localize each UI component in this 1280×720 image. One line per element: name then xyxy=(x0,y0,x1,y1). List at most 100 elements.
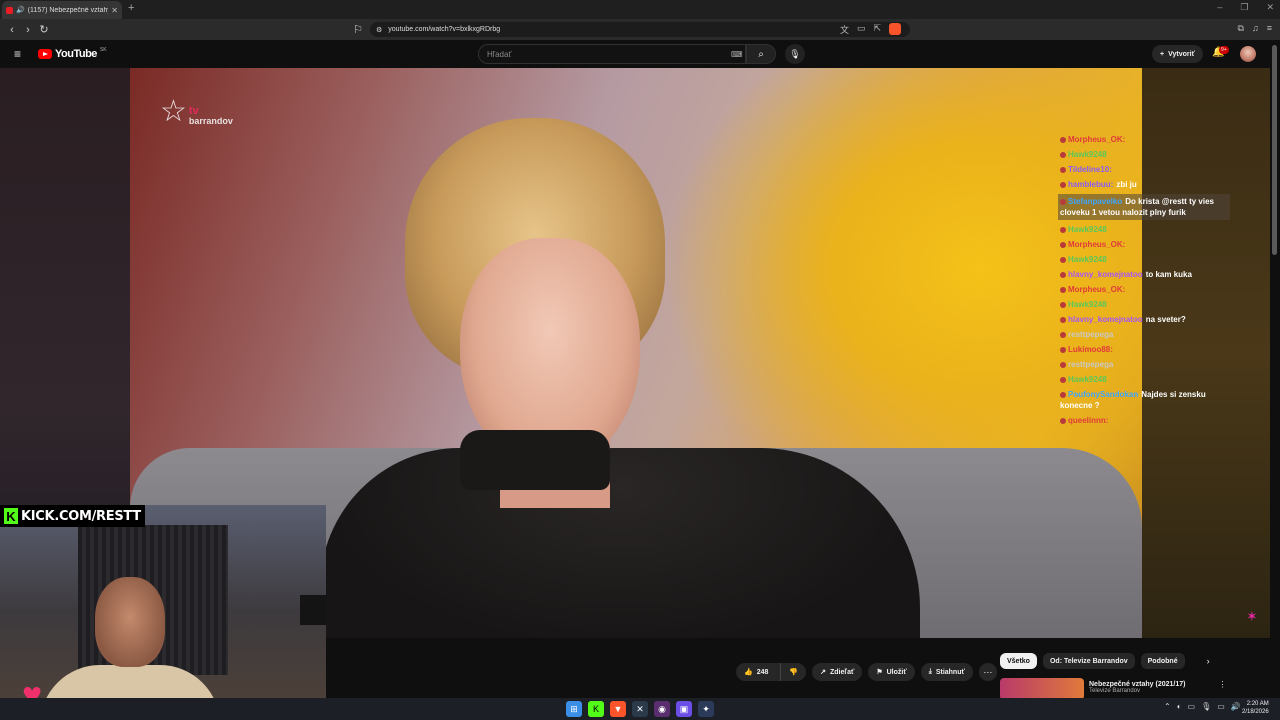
steam-icon[interactable]: ✦ xyxy=(698,701,714,717)
chat-message: Stefanpavelko Do krista @restt ty vies cl… xyxy=(1058,194,1230,220)
keyboard-icon[interactable]: ⌨ xyxy=(731,50,743,59)
logo-tv-text: tv xyxy=(188,105,199,117)
country-code: SK xyxy=(99,47,107,53)
chips-next-icon[interactable]: › xyxy=(1207,656,1210,666)
media-icon[interactable]: ♫ xyxy=(1252,23,1259,34)
chat-username: Hawk9248 xyxy=(1068,300,1107,309)
recommendation-thumbnail[interactable] xyxy=(1000,678,1084,700)
guide-menu-icon[interactable]: ≡ xyxy=(14,47,21,61)
audio-icon[interactable]: 🔊 xyxy=(16,6,25,14)
bookmark-save-icon: ⚑ xyxy=(876,669,883,676)
share-page-icon[interactable]: ⇱ xyxy=(874,23,882,36)
app-icon[interactable]: ▣ xyxy=(676,701,692,717)
user-badge-icon xyxy=(1060,346,1066,353)
save-label: Uložiť xyxy=(886,668,907,676)
chat-message: PoufonySandokan Najdes si zensku konecne … xyxy=(1058,389,1230,411)
recommendation-item[interactable]: Nebezpečné vztahy (2021/17) Televize Bar… xyxy=(1000,678,1227,700)
search-input[interactable] xyxy=(487,49,717,59)
system-clock[interactable]: 2:20 AM 2/18/2026 xyxy=(1242,700,1269,716)
search-box xyxy=(478,44,746,64)
search-button[interactable]: ⌕ xyxy=(746,44,776,64)
user-badge-icon xyxy=(1060,417,1066,424)
reload-icon[interactable]: ↻ xyxy=(36,23,52,36)
site-info-icon[interactable]: ⚙ xyxy=(376,26,382,34)
like-count: 248 xyxy=(756,668,769,676)
youtube-wordmark: YouTube xyxy=(55,48,97,60)
chat-message: Tildeline10: xyxy=(1058,164,1230,175)
menu-icon[interactable]: ≡ xyxy=(1267,23,1272,34)
recommendation-menu-icon[interactable]: ⋮ xyxy=(1219,680,1227,700)
webcam-overlay xyxy=(0,505,326,720)
bookmark-icon[interactable]: ⚐ xyxy=(350,23,366,36)
translate-icon[interactable]: 文 xyxy=(840,23,849,36)
recommendation-title[interactable]: Nebezpečné vztahy (2021/17) xyxy=(1089,681,1186,688)
download-icon: ⤓ xyxy=(928,668,932,675)
chat-text: na sveter? xyxy=(1145,315,1186,324)
share-button[interactable]: ↗ Zdieľať xyxy=(812,663,863,681)
back-icon[interactable]: ‹ xyxy=(4,24,20,36)
chat-message: queelinnn: xyxy=(1058,415,1230,426)
filter-chip[interactable]: Od: Televize Barrandov xyxy=(1042,653,1135,669)
plus-icon: + xyxy=(1160,50,1165,58)
extensions-icon[interactable]: ⧉ xyxy=(1238,23,1244,34)
chat-text: zbi ju xyxy=(1116,180,1137,189)
browser-tab[interactable]: 🔊 (1157) Nebezpečné vztahy (2 ✕ xyxy=(2,1,122,19)
minimize-icon[interactable]: – xyxy=(1217,2,1222,13)
brave-browser-icon[interactable]: ▼ xyxy=(610,701,626,717)
chat-username: Tildeline10: xyxy=(1068,165,1112,174)
tray-folder-icon[interactable]: ▭ xyxy=(1188,702,1196,711)
thumbs-up-icon: 👍 xyxy=(744,669,753,676)
chat-username: Morpheus_OK: xyxy=(1068,135,1126,144)
microphone-icon: 🎙 xyxy=(789,48,801,59)
tray-mic-icon[interactable]: 🎙 xyxy=(1201,702,1211,711)
filter-chip[interactable]: Podobné xyxy=(1140,653,1185,669)
cast-icon[interactable]: ▭ xyxy=(857,23,866,36)
close-tab-icon[interactable]: ✕ xyxy=(111,6,118,15)
url-text: youtube.com/watch?v=bxlkxgRDrbg xyxy=(388,26,501,33)
close-window-icon[interactable]: ✕ xyxy=(1266,2,1274,13)
dislike-button[interactable]: 👎 xyxy=(780,663,806,681)
thumbs-down-icon: 👎 xyxy=(789,669,799,676)
chat-message: resttpepega xyxy=(1058,359,1230,370)
brave-shield-icon[interactable] xyxy=(889,23,902,35)
more-actions-icon[interactable]: ⋯ xyxy=(978,663,997,681)
url-field[interactable]: ⚙ youtube.com/watch?v=bxlkxgRDrbg xyxy=(370,22,910,37)
tray-monitor-icon[interactable]: ▭ xyxy=(1217,702,1225,711)
save-button[interactable]: ⚑ Uložiť xyxy=(868,663,915,681)
tray-expand-icon[interactable]: ⌃ xyxy=(1164,702,1171,711)
user-badge-icon xyxy=(1060,198,1066,205)
chat-username: Hawk9248 xyxy=(1068,150,1107,159)
youtube-logo[interactable]: YouTube SK xyxy=(38,47,107,60)
download-button[interactable]: ⤓ Stiahnuť xyxy=(920,663,973,681)
like-button[interactable]: 👍 248 xyxy=(736,663,776,681)
tray-app-icon[interactable]: ◐ xyxy=(1177,702,1182,711)
chat-message: hlavny_komejnatoo na sveter? xyxy=(1058,314,1230,325)
address-bar-row: ‹ › ↻ ⚐ ⚙ youtube.com/watch?v=bxlkxgRDrb… xyxy=(0,19,1280,40)
filter-chip[interactable]: Všetko xyxy=(1000,653,1037,669)
logo-channel-text: barrandov xyxy=(188,116,233,126)
related-chips: Všetko Od: Televize Barrandov Podobné › xyxy=(1000,653,1210,669)
account-avatar[interactable] xyxy=(1240,46,1256,62)
user-badge-icon xyxy=(1060,286,1066,293)
browser-tab-bar: 🔊 (1157) Nebezpečné vztahy (2 ✕ + – ❐ ✕ xyxy=(0,0,1280,19)
chat-message: resttpepega xyxy=(1058,329,1230,340)
restore-icon[interactable]: ❐ xyxy=(1240,2,1248,13)
address-actions: 文 ▭ ⇱ xyxy=(840,23,902,36)
chat-message: hlavny_komejnatoo to kam kuka xyxy=(1058,269,1230,280)
create-button[interactable]: + Vytvoriť xyxy=(1152,45,1203,63)
voice-search-button[interactable]: 🎙 xyxy=(785,44,805,64)
new-tab-button[interactable]: + xyxy=(128,2,134,14)
clock-date: 2/18/2026 xyxy=(1242,709,1269,715)
windows-start-icon[interactable]: ⊞ xyxy=(566,701,582,717)
obs-icon[interactable]: ◉ xyxy=(654,701,670,717)
page-scrollbar[interactable] xyxy=(1272,45,1277,255)
chat-username: resttpepega xyxy=(1068,330,1114,339)
kick-app-icon[interactable]: K xyxy=(588,701,604,717)
tray-volume-icon[interactable]: 🔊 xyxy=(1231,702,1241,711)
terminal-icon[interactable]: ✕ xyxy=(632,701,648,717)
chat-message: Hawk9248 xyxy=(1058,299,1230,310)
forward-icon[interactable]: › xyxy=(20,24,36,36)
chat-message: Morpheus_OK: xyxy=(1058,134,1230,145)
share-label: Zdieľať xyxy=(830,668,855,676)
chat-message: hamblebuu: zbi ju xyxy=(1058,179,1230,190)
